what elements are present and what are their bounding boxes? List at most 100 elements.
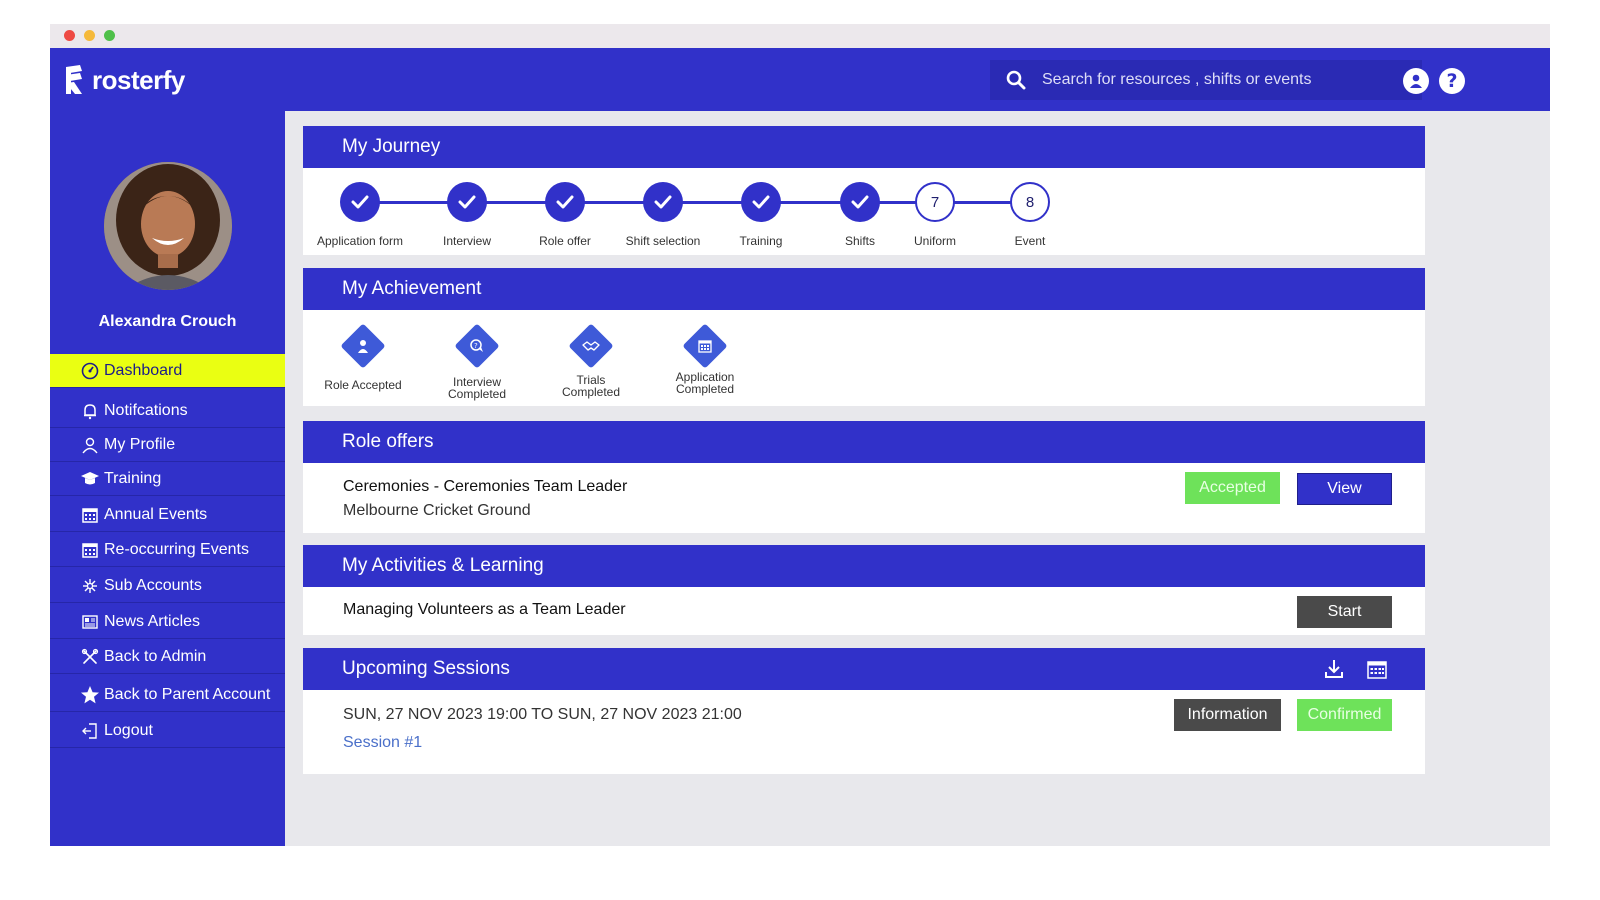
achievement-item[interactable]: Role Accepted (313, 323, 413, 392)
journey-header: My Journey (303, 126, 1425, 168)
check-icon (643, 182, 683, 222)
user-avatar[interactable] (104, 162, 232, 290)
person-icon (354, 337, 372, 355)
sidebar-item-label: Back to Parent Account (104, 685, 271, 703)
achievement-label: Completed (561, 385, 621, 399)
activity-title: Managing Volunteers as a Team Leader (343, 601, 626, 618)
check-icon (840, 182, 880, 222)
activities-header: My Activities & Learning (303, 545, 1425, 587)
achievement-item[interactable]: Application Completed (655, 323, 755, 396)
sidebar-item-dashboard[interactable]: Dashboard (50, 354, 285, 388)
sidebar-item-my-profile[interactable]: My Profile (50, 428, 285, 462)
accepted-status-badge: Accepted (1185, 472, 1280, 504)
calendar-icon (78, 505, 102, 525)
sidebar-item-label: Notifcations (104, 401, 188, 419)
sidebar-item-label: News Articles (104, 612, 201, 630)
search-bar[interactable] (990, 60, 1422, 100)
sidebar-item-sub-accounts[interactable]: Sub Accounts (50, 569, 285, 603)
main-content: My Journey Application form Interview Ro… (285, 111, 1550, 846)
newspaper-icon (78, 612, 102, 632)
chat-icon: ? (468, 337, 486, 355)
browser-window: rosterfy ? (50, 24, 1550, 846)
tools-icon (78, 647, 102, 667)
window-titlebar (50, 24, 1550, 48)
sessions-title: Upcoming Sessions (342, 658, 510, 679)
activities-title: My Activities & Learning (342, 555, 544, 576)
achievement-label: Completed (447, 387, 507, 401)
sidebar-item-back-to-admin[interactable]: Back to Admin (50, 640, 285, 674)
step-number: 7 (915, 182, 955, 222)
rosterfy-logo-icon (64, 63, 86, 97)
achievement-title: My Achievement (342, 278, 482, 299)
brand-name: rosterfy (92, 64, 185, 95)
calendar-icon[interactable] (1366, 658, 1388, 680)
journey-card: Application form Interview Role offer Sh… (303, 168, 1425, 255)
svg-text:?: ? (474, 342, 478, 350)
dashboard-icon (78, 361, 102, 381)
user-icon (78, 435, 102, 455)
sidebar-item-label: Annual Events (104, 505, 208, 523)
step-number: 8 (1010, 182, 1050, 222)
sidebar-item-annual-events[interactable]: Annual Events (50, 498, 285, 532)
session-link[interactable]: Session #1 (343, 734, 422, 752)
top-bar: rosterfy ? (50, 48, 1550, 111)
check-icon (447, 182, 487, 222)
search-input[interactable] (1042, 71, 1412, 89)
journey-step-label: Application form (316, 234, 404, 248)
session-datetime: SUN, 27 NOV 2023 19:00 TO SUN, 27 NOV 20… (343, 706, 742, 723)
achievement-label: Completed (675, 382, 735, 396)
check-icon (545, 182, 585, 222)
calendar-icon (78, 540, 102, 560)
achievement-card: Role Accepted ? Interview Completed Tria… (303, 310, 1425, 406)
role-title: Ceremonies - Ceremonies Team Leader (343, 478, 628, 495)
achievement-item[interactable]: ? Interview Completed (427, 323, 527, 401)
role-offers-title: Role offers (342, 431, 434, 452)
check-icon (340, 182, 380, 222)
check-icon (741, 182, 781, 222)
information-button[interactable]: Information (1174, 699, 1281, 731)
sidebar-item-training[interactable]: Training (50, 462, 285, 496)
journey-step-label: Event (1014, 234, 1046, 248)
activities-card: Managing Volunteers as a Team Leader Sta… (303, 587, 1425, 635)
sidebar-item-reoccurring-events[interactable]: Re-occurring Events (50, 533, 285, 567)
sidebar-item-logout[interactable]: Logout (50, 714, 285, 748)
graduation-cap-icon (78, 469, 102, 489)
star-icon (78, 685, 102, 705)
role-offers-card: Ceremonies - Ceremonies Team Leader Melb… (303, 463, 1425, 533)
sidebar-item-label: Training (104, 469, 162, 487)
confirmed-status-badge: Confirmed (1297, 699, 1392, 731)
achievement-label: Role Accepted (324, 378, 402, 392)
sidebar-item-label: Re-occurring Events (104, 540, 249, 558)
search-icon[interactable] (990, 60, 1042, 100)
sidebar-item-back-to-parent-account[interactable]: Back to Parent Account (50, 678, 285, 712)
journey-step[interactable]: Application form (300, 182, 420, 248)
sidebar-item-notifications[interactable]: Notifcations (50, 394, 285, 428)
sidebar-item-news-articles[interactable]: News Articles (50, 605, 285, 639)
start-button[interactable]: Start (1297, 596, 1392, 628)
view-button[interactable]: View (1297, 473, 1392, 505)
sessions-card: SUN, 27 NOV 2023 19:00 TO SUN, 27 NOV 20… (303, 690, 1425, 774)
sidebar-item-label: Logout (104, 721, 153, 739)
brand-logo[interactable]: rosterfy (64, 62, 185, 98)
sidebar-item-label: Sub Accounts (104, 576, 202, 594)
sessions-header: Upcoming Sessions (303, 648, 1425, 690)
sidebar-item-label: My Profile (104, 435, 176, 453)
help-icon[interactable]: ? (1439, 68, 1465, 94)
achievement-item[interactable]: Trials Completed (541, 323, 641, 399)
close-window-dot[interactable] (64, 30, 75, 41)
role-location: Melbourne Cricket Ground (343, 502, 531, 519)
minimize-window-dot[interactable] (84, 30, 95, 41)
bell-icon (78, 401, 102, 421)
maximize-window-dot[interactable] (104, 30, 115, 41)
role-offers-header: Role offers (303, 421, 1425, 463)
achievement-header: My Achievement (303, 268, 1425, 310)
journey-step[interactable]: 8 Event (970, 182, 1090, 248)
sidebar-item-label: Dashboard (104, 361, 183, 379)
download-icon[interactable] (1323, 658, 1345, 680)
network-icon (78, 576, 102, 596)
calendar-icon (696, 337, 714, 355)
journey-title: My Journey (342, 136, 441, 157)
account-icon[interactable] (1403, 68, 1429, 94)
user-name: Alexandra Crouch (98, 313, 237, 330)
sidebar: Alexandra Crouch Dashboard Notifcations … (50, 111, 285, 846)
